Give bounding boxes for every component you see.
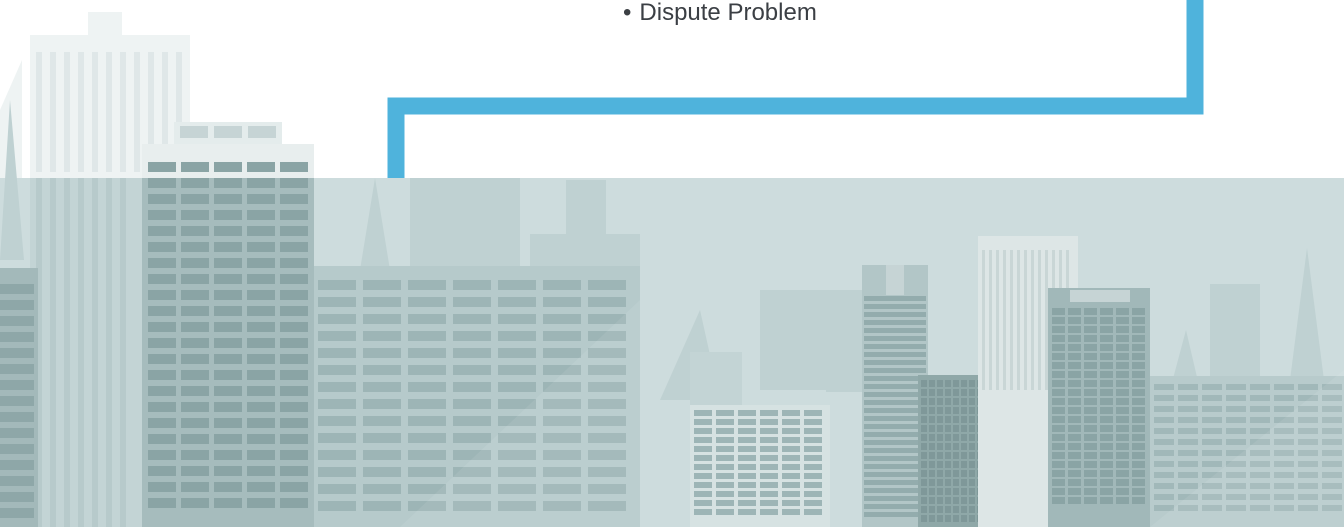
connector-line bbox=[387, 0, 1204, 178]
slide-canvas: • Dispute Problem bbox=[0, 0, 1344, 527]
bullet-marker: • bbox=[623, 0, 632, 26]
bullet-list: • Dispute Problem bbox=[623, 0, 817, 29]
bullet-item: • Dispute Problem bbox=[623, 0, 817, 29]
bullet-text: Dispute Problem bbox=[639, 0, 817, 26]
